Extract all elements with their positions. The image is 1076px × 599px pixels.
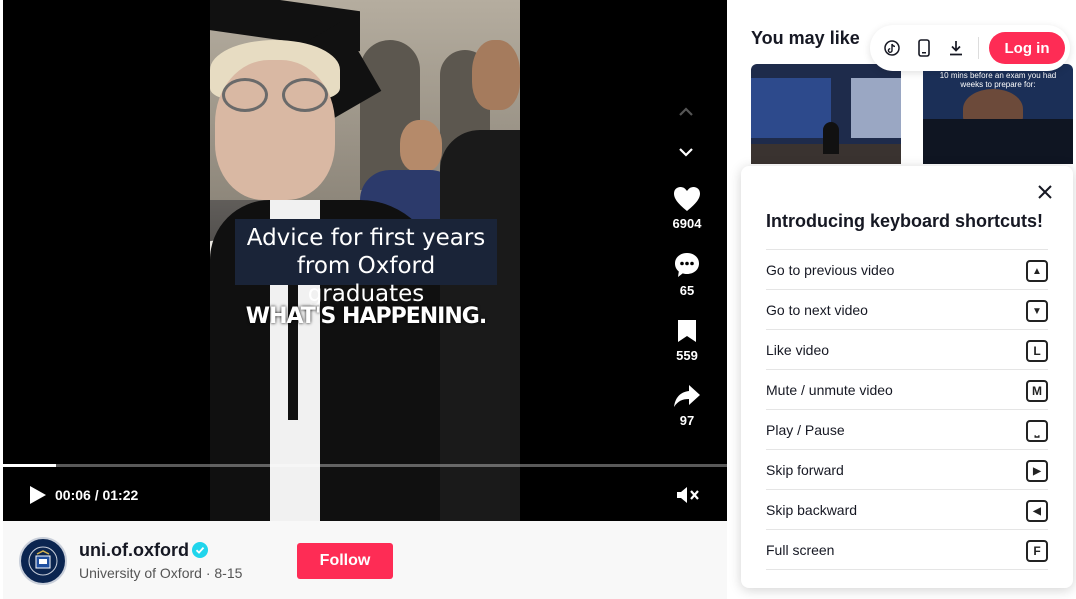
recommended-video-thumbnail[interactable] [751, 64, 901, 164]
progress-bar[interactable] [3, 464, 727, 467]
key-left-icon: ◀ [1026, 500, 1048, 522]
key-up-icon: ▲ [1026, 260, 1048, 282]
download-icon [950, 41, 962, 56]
download-button[interactable] [946, 38, 966, 58]
thumbnail-jersey [923, 119, 1073, 164]
background-person [400, 120, 442, 172]
key-right-icon: ▶ [1026, 460, 1048, 482]
comment-action[interactable]: 65 [663, 251, 711, 298]
speaker-figure [823, 122, 839, 154]
thumbnail-caption: 10 mins before an exam you had weeks to … [939, 71, 1057, 89]
you-may-like-heading: You may like [751, 28, 860, 48]
tiktok-icon [884, 40, 900, 56]
video-player[interactable]: Advice for first years from Oxford gradu… [3, 0, 727, 521]
oxford-crest-icon [28, 546, 58, 576]
key-l-icon: L [1026, 340, 1048, 362]
next-video-button[interactable] [674, 140, 698, 164]
video-title-line-1: Advice for first years [246, 225, 486, 251]
bookmark-icon [678, 320, 696, 342]
close-icon [1038, 185, 1052, 199]
play-icon [30, 486, 46, 504]
recommended-video-thumbnail[interactable]: 10 mins before an exam you had weeks to … [923, 64, 1073, 164]
shortcut-row: Skip forward ▶ [766, 449, 1048, 489]
previous-video-button[interactable] [674, 100, 698, 124]
heart-icon [674, 187, 700, 211]
share-icon [674, 385, 700, 407]
follow-button[interactable]: Follow [297, 543, 393, 579]
tiktok-icon-button[interactable] [882, 38, 902, 58]
shortcut-label: Skip backward [766, 502, 858, 518]
shortcut-label: Full screen [766, 542, 835, 558]
speaker-muted-icon [677, 487, 699, 503]
mobile-app-button[interactable] [914, 38, 934, 58]
author-subline: University of Oxford · 8-15 [79, 565, 243, 581]
chevron-up-icon [679, 107, 693, 116]
shortcut-row: Skip backward ◀ [766, 489, 1048, 529]
shortcut-label: Play / Pause [766, 422, 845, 438]
glasses [222, 78, 268, 112]
divider [766, 569, 1048, 570]
share-count: 97 [679, 413, 695, 428]
shortcut-row: Like video L [766, 329, 1048, 369]
shortcuts-title: Introducing keyboard shortcuts! [766, 211, 1044, 231]
chevron-down-icon [679, 148, 693, 157]
key-m-icon: M [1026, 380, 1048, 402]
mobile-icon [918, 39, 930, 57]
shortcut-label: Go to next video [766, 302, 868, 318]
slide-screen [751, 78, 831, 138]
video-title-card: Advice for first years from Oxford gradu… [235, 219, 497, 307]
key-space-icon: ⎵ [1026, 420, 1048, 442]
glasses [282, 78, 328, 112]
slide-screen [851, 78, 901, 138]
shortcut-row: Mute / unmute video M [766, 369, 1048, 409]
play-button[interactable] [27, 485, 47, 505]
video-caption: WHAT'S HAPPENING. [245, 304, 487, 329]
mute-button[interactable] [676, 485, 700, 505]
shortcut-label: Like video [766, 342, 830, 358]
shortcut-label: Mute / unmute video [766, 382, 893, 398]
save-count: 559 [676, 348, 698, 363]
comment-icon [675, 253, 699, 277]
shortcut-row: Play / Pause ⎵ [766, 409, 1048, 449]
video-title-line-2: from Oxford graduates [296, 253, 436, 307]
author-bar: uni.of.oxford University of Oxford · 8-1… [3, 521, 727, 599]
divider [978, 37, 979, 59]
keyboard-shortcuts-popup: Introducing keyboard shortcuts! Go to pr… [741, 166, 1073, 588]
save-action[interactable]: 559 [663, 318, 711, 363]
key-down-icon: ▼ [1026, 300, 1048, 322]
comment-count: 65 [679, 283, 695, 298]
close-button[interactable] [1037, 184, 1053, 200]
share-action[interactable]: 97 [663, 383, 711, 428]
background-person [472, 40, 520, 110]
top-action-pill: Log in [870, 25, 1070, 71]
shortcut-row: Go to previous video ▲ [766, 249, 1048, 289]
like-action[interactable]: 6904 [663, 186, 711, 231]
login-button[interactable]: Log in [989, 32, 1065, 64]
shortcut-label: Skip forward [766, 462, 844, 478]
key-f-icon: F [1026, 540, 1048, 562]
like-count: 6904 [672, 216, 702, 231]
avatar[interactable] [19, 537, 67, 585]
shortcut-row: Full screen F [766, 529, 1048, 569]
shortcut-row: Go to next video ▼ [766, 289, 1048, 329]
shortcut-label: Go to previous video [766, 262, 895, 278]
progress-fill [3, 464, 56, 467]
verified-badge-icon [192, 542, 208, 558]
time-display: 00:06 / 01:22 [55, 487, 139, 503]
author-username[interactable]: uni.of.oxford [79, 540, 189, 561]
